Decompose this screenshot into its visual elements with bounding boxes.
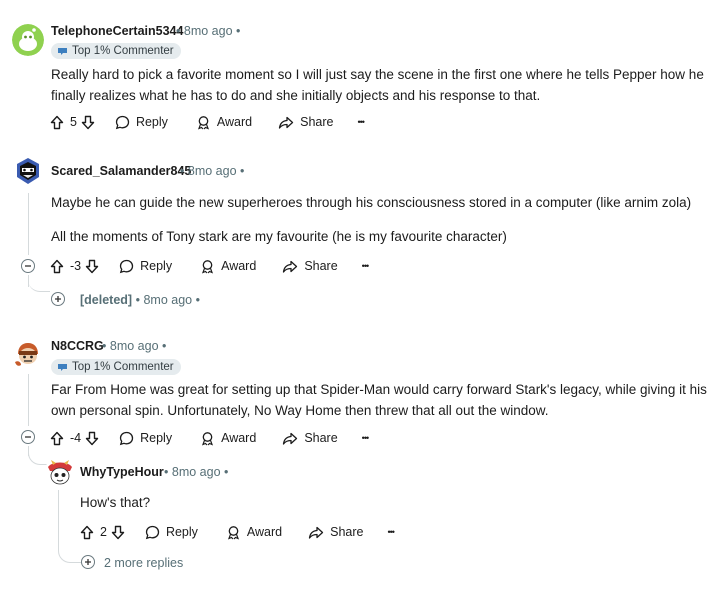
comment-actions: 5 Reply Award Share •••	[50, 112, 366, 132]
reply-icon	[145, 525, 160, 539]
award-button[interactable]: Award	[200, 431, 256, 446]
award-icon	[202, 259, 214, 274]
thread-line[interactable]	[58, 490, 59, 550]
downvote-icon	[111, 525, 125, 539]
upvote-icon	[50, 259, 64, 273]
vote-count: 2	[100, 525, 107, 539]
award-button[interactable]: Award	[200, 259, 256, 274]
comment-meta: • 8mo ago •	[164, 465, 229, 479]
downvote-button[interactable]	[111, 525, 125, 540]
reply-icon	[119, 259, 134, 273]
share-icon	[283, 260, 298, 273]
avatar[interactable]	[12, 338, 44, 370]
upvote-icon	[80, 525, 94, 539]
award-button[interactable]: Award	[226, 525, 282, 540]
award-button[interactable]: Award	[196, 115, 252, 130]
username[interactable]: TelephoneCertain5344	[51, 24, 183, 38]
badge-icon	[58, 47, 67, 55]
expand-button[interactable]	[51, 292, 65, 306]
comment-meta: • 8mo ago •	[176, 24, 241, 38]
timestamp: 8mo ago	[183, 24, 233, 38]
collapse-button[interactable]	[21, 430, 35, 444]
share-icon	[283, 432, 298, 445]
upvote-button[interactable]	[80, 525, 94, 540]
vote-count: -3	[70, 259, 82, 273]
comment-actions: -3 Reply Award Share •••	[50, 256, 370, 276]
thread-connector	[28, 446, 47, 465]
comment-meta: • 8mo ago •	[180, 164, 245, 178]
comment-body: Maybe he can guide the new superheroes t…	[51, 195, 692, 244]
reply-button[interactable]: Reply	[145, 525, 198, 540]
expand-icon	[85, 559, 91, 565]
share-icon	[308, 526, 324, 539]
share-button[interactable]: Share	[278, 115, 334, 130]
thread-connector	[28, 279, 50, 292]
downvote-icon	[85, 259, 99, 273]
comment-body: Far From Home was great for setting up t…	[51, 382, 707, 418]
upvote-button[interactable]	[50, 115, 64, 130]
award-icon	[197, 115, 209, 130]
downvote-button[interactable]	[85, 431, 99, 446]
expand-icon	[55, 296, 61, 302]
award-icon	[227, 525, 239, 540]
comment-body: How's that?	[80, 495, 151, 510]
upvote-icon	[50, 431, 64, 445]
upvote-button[interactable]	[50, 259, 64, 274]
reply-button[interactable]: Reply	[115, 115, 168, 130]
timestamp: 8mo ago	[171, 465, 221, 479]
comment-actions: 2 Reply Award Share •••	[80, 522, 396, 542]
more-replies-link[interactable]: 2 more replies	[104, 556, 183, 570]
timestamp: 8mo ago	[143, 293, 193, 307]
status-badge: Top 1% Commenter	[51, 43, 181, 59]
more-options-button[interactable]: •••	[362, 433, 370, 443]
share-button[interactable]: Share	[282, 431, 338, 446]
deleted-comment[interactable]: [deleted] • 8mo ago •	[80, 293, 200, 307]
reply-icon	[115, 115, 130, 129]
downvote-button[interactable]	[85, 259, 99, 274]
downvote-icon	[85, 431, 99, 445]
more-options-button[interactable]: •••	[362, 261, 370, 271]
reply-icon	[119, 431, 134, 445]
more-options-button[interactable]: •••	[358, 117, 366, 127]
thread-line[interactable]	[28, 193, 29, 255]
timestamp: 8mo ago	[109, 339, 159, 353]
award-icon	[202, 431, 214, 446]
collapse-icon	[25, 265, 31, 267]
avatar[interactable]	[44, 457, 76, 489]
downvote-icon	[81, 115, 95, 129]
username[interactable]: WhyTypeHour	[80, 465, 164, 479]
badge-icon	[58, 363, 67, 371]
share-button[interactable]: Share	[282, 259, 338, 274]
comment-body: Really hard to pick a favorite moment so…	[51, 67, 704, 103]
vote-count: -4	[70, 431, 82, 445]
share-icon	[278, 116, 294, 129]
username[interactable]: Scared_Salamander845	[51, 164, 191, 178]
share-button[interactable]: Share	[308, 525, 364, 540]
avatar[interactable]	[12, 24, 44, 56]
thread-line[interactable]	[28, 374, 29, 426]
more-options-button[interactable]: •••	[388, 527, 396, 537]
collapse-button[interactable]	[21, 259, 35, 273]
expand-button[interactable]	[81, 555, 95, 569]
upvote-icon	[50, 115, 64, 129]
collapse-icon	[25, 436, 31, 438]
status-badge: Top 1% Commenter	[51, 359, 181, 375]
comment-actions: -4 Reply Award Share •••	[50, 428, 370, 448]
comment-meta: • 8mo ago •	[102, 339, 167, 353]
username[interactable]: N8CCRG	[51, 339, 104, 353]
downvote-button[interactable]	[81, 115, 95, 130]
reply-button[interactable]: Reply	[119, 431, 172, 446]
thread-connector	[58, 548, 81, 563]
upvote-button[interactable]	[50, 431, 64, 446]
timestamp: 8mo ago	[187, 164, 237, 178]
reply-button[interactable]: Reply	[119, 259, 172, 274]
avatar[interactable]	[12, 155, 44, 187]
vote-count: 5	[70, 115, 77, 129]
